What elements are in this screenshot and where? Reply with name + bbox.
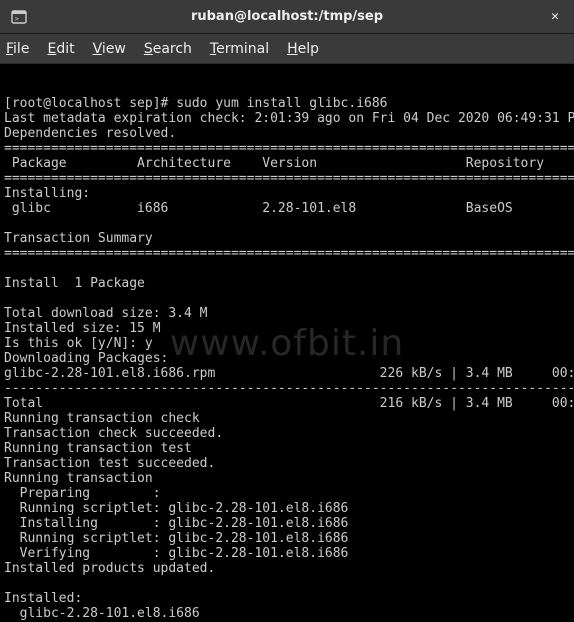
menu-terminal[interactable]: Terminal — [210, 41, 269, 57]
app-menu-icon[interactable]: >_ — [6, 4, 32, 30]
output-line: Downloading Packages: — [4, 351, 168, 366]
output-line: Transaction check succeeded. — [4, 426, 223, 441]
close-icon: ✕ — [551, 9, 559, 24]
output-line: Is this ok [y/N]: y — [4, 336, 153, 351]
output-line: glibc-2.28-101.el8.i686 — [4, 606, 200, 621]
output-line: Running transaction — [4, 471, 153, 486]
output-line: Transaction test succeeded. — [4, 456, 215, 471]
svg-text:>_: >_ — [15, 15, 24, 23]
output-line: Running transaction check — [4, 411, 200, 426]
output-line: Verifying : glibc-2.28-101.el8.i686 1/1 — [4, 546, 574, 561]
output-line: Running transaction test — [4, 441, 192, 456]
close-button[interactable]: ✕ — [542, 4, 568, 30]
command: sudo yum install glibc.i686 — [176, 96, 387, 111]
output-line: Installed products updated. — [4, 561, 215, 576]
output-line: Installed size: 15 M — [4, 321, 161, 336]
output-line: ========================================… — [4, 171, 574, 186]
menu-file[interactable]: File — [6, 41, 29, 57]
output-line: Preparing : 1/1 — [4, 486, 574, 501]
output-line: Running scriptlet: glibc-2.28-101.el8.i6… — [4, 531, 574, 546]
output-line: ========================================… — [4, 246, 574, 261]
table-row: glibc i686 2.28-101.el8 BaseOS 3.4 M — [4, 201, 574, 216]
terminal-area[interactable]: www.ofbit.in [root@localhost sep]# sudo … — [0, 64, 574, 622]
window-title: ruban@localhost:/tmp/sep — [191, 9, 383, 24]
menubar: File Edit View Search Terminal Help — [0, 34, 574, 64]
output-line: Last metadata expiration check: 2:01:39 … — [4, 111, 574, 126]
output-line: glibc-2.28-101.el8.i686.rpm 226 kB/s | 3… — [4, 366, 574, 381]
menu-view[interactable]: View — [93, 41, 126, 57]
output-line: ========================================… — [4, 141, 574, 156]
titlebar: >_ ruban@localhost:/tmp/sep ✕ — [0, 0, 574, 34]
prompt: [root@localhost sep]# — [4, 96, 176, 111]
menu-help[interactable]: Help — [287, 41, 319, 57]
output-line: Total 216 kB/s | 3.4 MB 00:16 — [4, 396, 574, 411]
output-line: Total download size: 3.4 M — [4, 306, 208, 321]
output-line: Dependencies resolved. — [4, 126, 176, 141]
output-line: Installing : glibc-2.28-101.el8.i686 1/1 — [4, 516, 574, 531]
output-line: Installed: — [4, 591, 82, 606]
output-line: ----------------------------------------… — [4, 381, 574, 396]
menu-search[interactable]: Search — [144, 41, 192, 57]
output-line: Running scriptlet: glibc-2.28-101.el8.i6… — [4, 501, 574, 516]
output-line: Installing: — [4, 186, 90, 201]
table-header: Package Architecture Version Repository … — [4, 156, 574, 171]
menu-edit[interactable]: Edit — [47, 41, 74, 57]
output-line: Install 1 Package — [4, 276, 145, 291]
output-line: Transaction Summary — [4, 231, 153, 246]
